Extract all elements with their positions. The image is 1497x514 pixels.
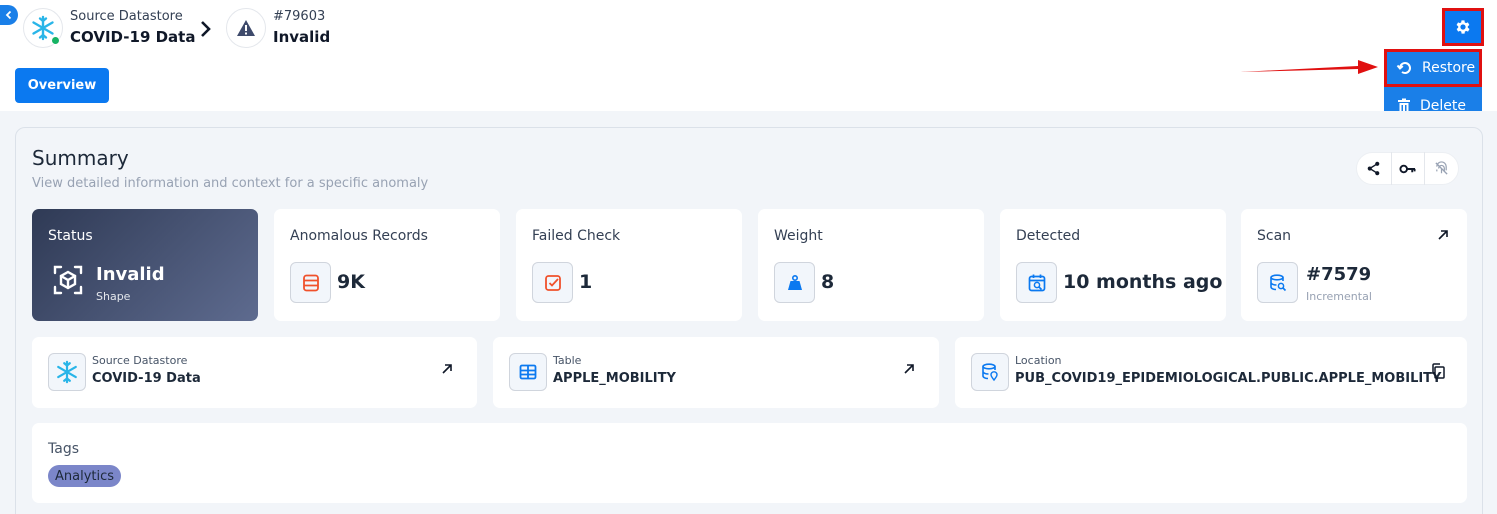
- summary-title: Summary: [32, 146, 129, 170]
- restore-menu-item[interactable]: Restore: [1384, 49, 1482, 87]
- failed-check-card: Failed Check 1: [516, 209, 742, 321]
- tags-label: Tags: [48, 441, 79, 457]
- gear-icon: [1456, 20, 1470, 34]
- settings-button[interactable]: [1442, 8, 1484, 46]
- table-icon-box: [509, 353, 547, 391]
- detail-datastore-label: Source Datastore: [92, 354, 188, 367]
- anomaly-id: #79603: [273, 9, 326, 24]
- anomalous-records-label: Anomalous Records: [290, 228, 428, 244]
- tag-analytics[interactable]: Analytics: [48, 465, 122, 487]
- scan-icon-box: [1257, 262, 1298, 303]
- share-icon: [1368, 161, 1380, 176]
- detail-location-label: Location: [1015, 354, 1062, 367]
- datastore-avatar: [23, 8, 63, 48]
- failed-check-label: Failed Check: [532, 228, 621, 244]
- external-link-icon[interactable]: [903, 363, 915, 375]
- anomaly-avatar: [226, 8, 266, 48]
- key-icon: [1399, 164, 1417, 173]
- detail-datastore[interactable]: Source Datastore COVID-19 Data: [32, 337, 477, 408]
- key-button[interactable]: [1390, 152, 1425, 185]
- copy-icon[interactable]: [1431, 363, 1445, 379]
- external-link-icon[interactable]: [441, 363, 453, 375]
- summary-subtitle: View detailed information and context fo…: [32, 176, 429, 191]
- weight-value: 8: [821, 271, 835, 293]
- scan-card[interactable]: Scan #7579 Incremental: [1241, 209, 1467, 321]
- anomaly-status: Invalid: [273, 28, 331, 46]
- breadcrumb-datastore[interactable]: Source Datastore COVID-19 Data: [23, 8, 195, 48]
- location-icon-box: [971, 353, 1009, 391]
- scan-sub: Incremental: [1306, 290, 1372, 303]
- restore-label: Restore: [1422, 60, 1476, 76]
- datastore-icon-box: [48, 353, 86, 391]
- online-status-dot: [51, 36, 60, 45]
- scan-value[interactable]: #7579: [1306, 264, 1371, 285]
- external-link-icon[interactable]: [1437, 229, 1449, 241]
- database-search-icon: [1269, 273, 1286, 291]
- weight-label: Weight: [774, 228, 823, 244]
- summary-toolbar: [1356, 152, 1459, 185]
- datastore-name: COVID-19 Data: [70, 28, 196, 46]
- content-area: Summary View detailed information and co…: [0, 111, 1497, 514]
- detected-card: Detected 10 months ago: [1000, 209, 1226, 321]
- detected-value: 10 months ago: [1063, 271, 1223, 293]
- detail-location-value: PUB_COVID19_EPIDEMIOLOGICAL.PUBLIC.APPLE…: [1015, 371, 1442, 386]
- weight-card: Weight 8: [758, 209, 984, 321]
- weight-icon-box: [774, 262, 815, 303]
- status-card-label: Status: [48, 228, 93, 244]
- detected-icon-box: [1016, 262, 1057, 303]
- failed-check-icon-box: [532, 262, 573, 303]
- failed-check-icon: [544, 274, 561, 291]
- collapse-sidebar-button[interactable]: [0, 5, 18, 25]
- chevron-right-icon: [201, 21, 211, 37]
- anomalous-records-card: Anomalous Records 9K: [274, 209, 500, 321]
- warning-icon: [237, 20, 255, 36]
- annotation-arrow: [1240, 60, 1378, 74]
- records-icon-box: [290, 262, 331, 303]
- summary-panel: Summary View detailed information and co…: [15, 127, 1483, 514]
- table-icon: [519, 364, 537, 380]
- datastore-label: Source Datastore: [70, 9, 183, 24]
- failed-check-value: 1: [579, 271, 593, 293]
- detail-table-value: APPLE_MOBILITY: [553, 371, 676, 386]
- scan-label: Scan: [1257, 228, 1292, 244]
- chevron-left-icon: [5, 10, 12, 20]
- snowflake-icon: [57, 360, 77, 384]
- share-button[interactable]: [1357, 152, 1391, 185]
- detail-table-label: Table: [553, 354, 582, 367]
- database-location-icon: [982, 363, 998, 382]
- fingerprint-off-button[interactable]: [1424, 152, 1458, 185]
- detail-location: Location PUB_COVID19_EPIDEMIOLOGICAL.PUB…: [955, 337, 1467, 408]
- tags-section: Tags Analytics: [32, 423, 1467, 503]
- status-card: Status Invalid Shape: [32, 209, 258, 321]
- detail-datastore-value: COVID-19 Data: [92, 371, 201, 386]
- breadcrumb-anomaly[interactable]: #79603 Invalid: [226, 8, 330, 48]
- fingerprint-off-icon: [1435, 161, 1448, 175]
- records-icon: [302, 274, 319, 291]
- detected-label: Detected: [1016, 228, 1081, 244]
- anomalous-records-value: 9K: [337, 271, 365, 293]
- detail-table[interactable]: Table APPLE_MOBILITY: [493, 337, 939, 408]
- status-sub: Shape: [96, 290, 131, 303]
- status-value: Invalid: [96, 264, 165, 285]
- weight-icon: [787, 274, 802, 290]
- tab-overview[interactable]: Overview: [15, 68, 109, 103]
- restore-icon: [1396, 62, 1411, 74]
- calendar-search-icon: [1028, 274, 1045, 291]
- shape-icon: [53, 265, 83, 295]
